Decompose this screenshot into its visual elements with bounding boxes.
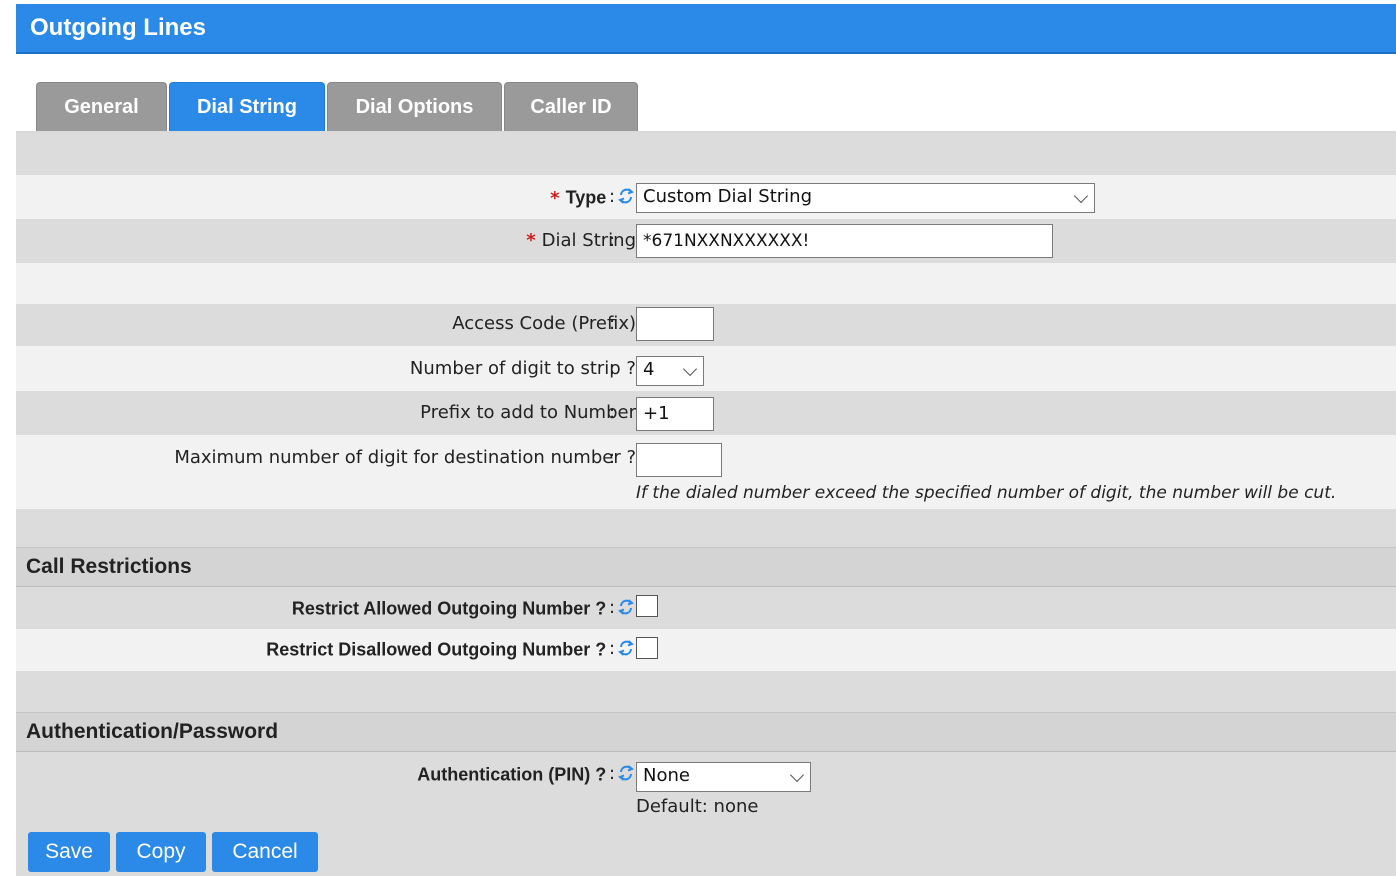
type-row: * Type : Custom Dial String bbox=[16, 175, 1396, 219]
refresh-icon[interactable] bbox=[616, 638, 636, 663]
strip-digits-select[interactable]: 4 bbox=[636, 356, 704, 386]
restrict-allowed-row: Restrict Allowed Outgoing Number ? : bbox=[16, 587, 1396, 629]
access-code-row: Access Code (Prefix) : bbox=[16, 304, 1396, 346]
refresh-icon[interactable] bbox=[616, 597, 636, 622]
prefix-add-label: Prefix to add to Number bbox=[420, 402, 636, 423]
colon: : bbox=[609, 763, 616, 784]
max-digits-hint: If the dialed number exceed the specifie… bbox=[636, 483, 1337, 503]
prefix-add-input[interactable]: +1 bbox=[636, 397, 714, 431]
colon: : bbox=[609, 230, 616, 251]
strip-digits-value: 4 bbox=[643, 359, 655, 380]
max-digits-row: Maximum number of digit for destination … bbox=[16, 435, 1396, 509]
save-button[interactable]: Save bbox=[28, 832, 110, 872]
authentication-pin-value: None bbox=[643, 765, 690, 786]
cancel-button[interactable]: Cancel bbox=[212, 832, 318, 872]
spacer-band bbox=[16, 671, 1396, 712]
tab-caller-id[interactable]: Caller ID bbox=[504, 82, 638, 132]
required-mark: * bbox=[550, 187, 560, 209]
type-select-value: Custom Dial String bbox=[643, 186, 813, 207]
colon: : bbox=[609, 186, 616, 207]
max-digits-label: Maximum number of digit for destination … bbox=[174, 447, 636, 468]
access-code-input[interactable] bbox=[636, 307, 714, 341]
colon: : bbox=[609, 313, 616, 334]
max-digits-input[interactable] bbox=[636, 443, 722, 477]
dial-string-label: Dial String bbox=[541, 230, 636, 251]
dial-string-row: * Dial String : *671NXXNXXXXXX! bbox=[16, 219, 1396, 263]
page-title: Outgoing Lines bbox=[16, 4, 1396, 54]
authentication-pin-label-group: Authentication (PIN) ? bbox=[417, 763, 636, 788]
chevron-down-icon bbox=[789, 767, 805, 783]
colon: : bbox=[609, 638, 616, 659]
restrict-allowed-checkbox[interactable] bbox=[636, 595, 658, 617]
restrict-disallowed-checkbox[interactable] bbox=[636, 637, 658, 659]
strip-digits-label: Number of digit to strip ? bbox=[409, 358, 636, 379]
tab-dial-options[interactable]: Dial Options bbox=[327, 82, 502, 132]
strip-digits-row: Number of digit to strip ? : 4 bbox=[16, 346, 1396, 391]
copy-button[interactable]: Copy bbox=[116, 832, 206, 872]
refresh-icon[interactable] bbox=[616, 763, 636, 788]
dial-string-input[interactable]: *671NXXNXXXXXX! bbox=[636, 224, 1053, 258]
call-restrictions-header: Call Restrictions bbox=[16, 547, 1396, 587]
left-margin bbox=[0, 0, 16, 876]
spacer-band bbox=[16, 263, 1396, 304]
authentication-header: Authentication/Password bbox=[16, 712, 1396, 752]
restrict-disallowed-label-group: Restrict Disallowed Outgoing Number ? bbox=[266, 638, 636, 663]
prefix-add-row: Prefix to add to Number : +1 bbox=[16, 391, 1396, 435]
restrict-disallowed-label: Restrict Disallowed Outgoing Number ? bbox=[266, 639, 607, 660]
tab-general[interactable]: General bbox=[36, 82, 167, 132]
restrict-disallowed-row: Restrict Disallowed Outgoing Number ? : bbox=[16, 629, 1396, 671]
spacer-band bbox=[16, 133, 1396, 175]
tab-dial-string[interactable]: Dial String bbox=[169, 82, 325, 132]
colon: : bbox=[609, 358, 616, 379]
type-select[interactable]: Custom Dial String bbox=[636, 183, 1095, 213]
restrict-allowed-label: Restrict Allowed Outgoing Number ? bbox=[291, 598, 607, 619]
chevron-down-icon bbox=[682, 361, 698, 377]
type-label-group: * Type bbox=[550, 186, 636, 211]
required-mark: * bbox=[526, 230, 536, 251]
colon: : bbox=[609, 597, 616, 618]
outgoing-lines-panel: Outgoing Lines General Dial String Dial … bbox=[16, 4, 1396, 876]
restrict-allowed-label-group: Restrict Allowed Outgoing Number ? bbox=[292, 597, 636, 622]
refresh-icon[interactable] bbox=[616, 186, 636, 211]
chevron-down-icon bbox=[1073, 188, 1089, 204]
type-label: Type bbox=[565, 187, 607, 208]
authentication-pin-select[interactable]: None bbox=[636, 762, 811, 792]
dial-string-label-group: * Dial String bbox=[526, 230, 636, 251]
authentication-pin-row: Authentication (PIN) ? : None Default: n… bbox=[16, 752, 1396, 822]
spacer-band bbox=[16, 509, 1396, 547]
authentication-pin-label: Authentication (PIN) ? bbox=[417, 764, 607, 785]
authentication-pin-default: Default: none bbox=[636, 796, 759, 817]
colon: : bbox=[609, 402, 616, 423]
colon: : bbox=[609, 447, 616, 468]
